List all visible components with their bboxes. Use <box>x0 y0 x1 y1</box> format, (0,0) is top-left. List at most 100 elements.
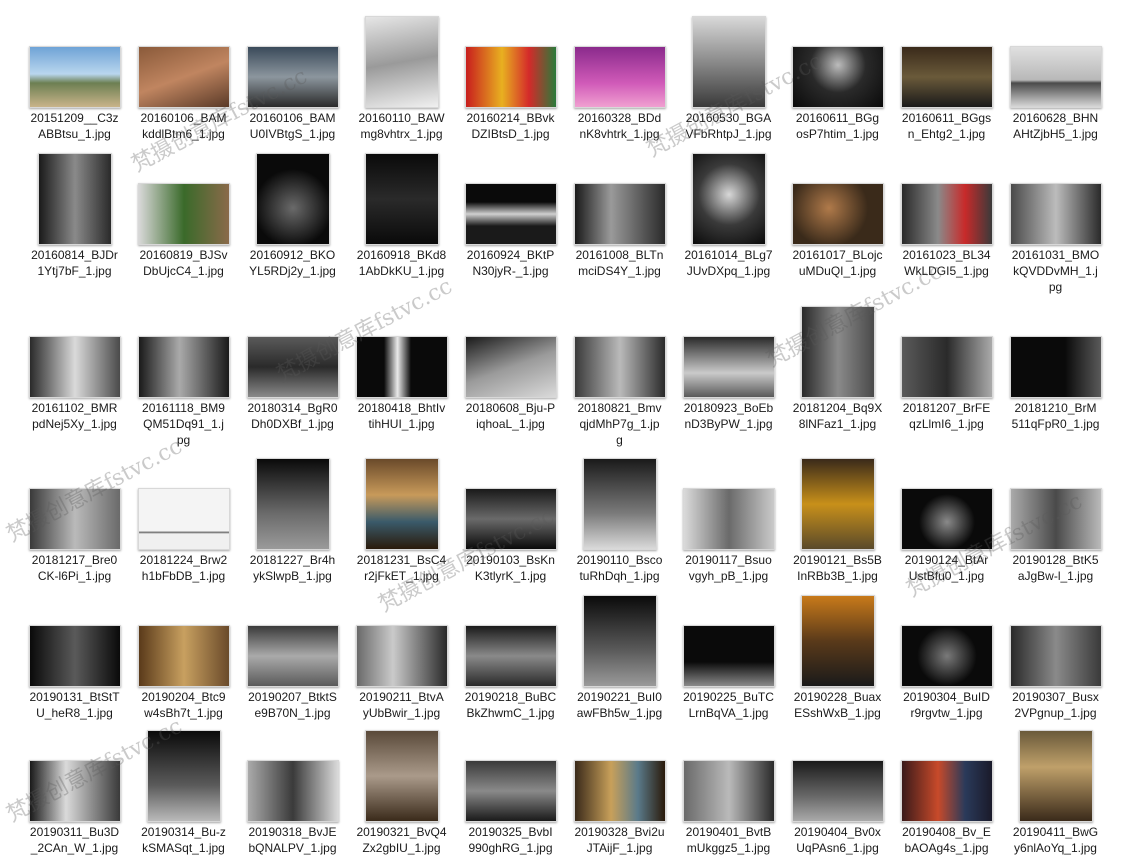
file-name-line: 20190218_BuBC <box>464 690 557 704</box>
image-thumbnail[interactable] <box>682 336 775 398</box>
file-name-label: 20190211_BtvA yUbBwir_1.jpg <box>347 689 456 721</box>
image-thumbnail[interactable] <box>255 458 330 550</box>
image-thumbnail[interactable] <box>1009 625 1102 687</box>
image-thumbnail[interactable] <box>255 153 330 245</box>
thumbnail-frame <box>347 8 456 108</box>
image-thumbnail[interactable] <box>28 488 121 550</box>
thumbnail-frame <box>347 298 456 398</box>
file-name-line: 20190228_Buax <box>793 690 882 704</box>
file-name-label: 20181207_BrFE qzLlmI6_1.jpg <box>892 400 1001 432</box>
image-thumbnail[interactable] <box>146 730 221 822</box>
image-thumbnail[interactable] <box>791 46 884 108</box>
image-thumbnail[interactable] <box>691 153 766 245</box>
image-thumbnail[interactable] <box>800 458 875 550</box>
file-name-label: 20161008_BLTn mciDS4Y_1.jpg <box>565 247 674 279</box>
image-thumbnail[interactable] <box>900 46 993 108</box>
file-name-label: 20190404_Bv0x UqPAsn6_1.jpg <box>783 824 892 856</box>
file-name-line: 20181231_BsC4 <box>356 553 447 567</box>
image-thumbnail[interactable] <box>800 595 875 687</box>
image-thumbnail[interactable] <box>582 458 657 550</box>
file-name-line: UstBfu0_1.jpg <box>908 569 985 583</box>
image-thumbnail[interactable] <box>464 488 557 550</box>
file-name-line: r9rgvtw_1.jpg <box>910 706 983 720</box>
image-thumbnail[interactable] <box>364 16 439 108</box>
image-thumbnail[interactable] <box>900 336 993 398</box>
file-name-label: 20190225_BuTC LrnBqVA_1.jpg <box>674 689 783 721</box>
image-thumbnail[interactable] <box>246 46 339 108</box>
file-name-line: 20181210_BrM <box>1014 401 1097 415</box>
image-thumbnail[interactable] <box>682 625 775 687</box>
image-thumbnail[interactable] <box>137 183 230 245</box>
file-name-line: nD3ByPW_1.jpg <box>684 417 773 431</box>
file-name-label: 20190117_Bsuo vgyh_pB_1.jpg <box>674 552 783 584</box>
thumbnail-frame <box>674 587 783 687</box>
image-thumbnail[interactable] <box>464 46 557 108</box>
file-name-line: 20190408_Bv_E <box>902 825 991 839</box>
image-thumbnail[interactable] <box>1009 336 1102 398</box>
image-thumbnail[interactable] <box>464 336 557 398</box>
file-name-line: 20190307_Busx <box>1012 690 1099 704</box>
file-name-label: 20160530_BGA VFbRhtpJ_1.jpg <box>674 110 783 142</box>
file-name-label: 20160814_BJDr 1Ytj7bF_1.jpg <box>20 247 129 279</box>
file-name-label: 20190221_BuI0 awFBh5w_1.jpg <box>565 689 674 721</box>
image-thumbnail[interactable] <box>800 306 875 398</box>
thumbnail-frame <box>129 722 238 822</box>
image-thumbnail[interactable] <box>137 625 230 687</box>
file-name-line: e9B70N_1.jpg <box>254 706 331 720</box>
image-thumbnail[interactable] <box>137 488 230 550</box>
image-thumbnail[interactable] <box>246 625 339 687</box>
file-name-line: 20190318_BvJE <box>248 825 337 839</box>
thumbnail-frame <box>456 450 565 550</box>
file-name-line: 20180923_BoEb <box>683 401 774 415</box>
image-thumbnail[interactable] <box>364 153 439 245</box>
image-thumbnail[interactable] <box>246 760 339 822</box>
image-thumbnail[interactable] <box>1009 46 1102 108</box>
image-thumbnail[interactable] <box>28 625 121 687</box>
file-name-line: 20161017_BLojc <box>792 248 883 262</box>
image-thumbnail[interactable] <box>364 458 439 550</box>
image-thumbnail[interactable] <box>37 153 112 245</box>
image-thumbnail[interactable] <box>900 625 993 687</box>
image-thumbnail[interactable] <box>573 183 666 245</box>
image-thumbnail[interactable] <box>791 760 884 822</box>
image-thumbnail[interactable] <box>137 46 230 108</box>
file-name-label: 20161102_BMR pdNej5Xy_1.jpg <box>20 400 129 432</box>
image-thumbnail[interactable] <box>28 760 121 822</box>
image-thumbnail[interactable] <box>573 760 666 822</box>
file-name-label: 20190321_BvQ4 Zx2gbIU_1.jpg <box>347 824 456 856</box>
image-thumbnail[interactable] <box>464 760 557 822</box>
thumbnail-frame <box>565 8 674 108</box>
image-thumbnail[interactable] <box>682 760 775 822</box>
file-name-label: 20190207_BtktS e9B70N_1.jpg <box>238 689 347 721</box>
image-thumbnail[interactable] <box>464 183 557 245</box>
image-thumbnail[interactable] <box>246 336 339 398</box>
file-name-line: 20160328_BDd <box>577 111 662 125</box>
image-thumbnail[interactable] <box>791 183 884 245</box>
image-thumbnail[interactable] <box>1009 183 1102 245</box>
image-thumbnail[interactable] <box>355 336 448 398</box>
thumbnail-frame <box>892 145 1001 245</box>
file-name-line: AHtZjbH5_1.jpg <box>1013 127 1098 141</box>
image-thumbnail[interactable] <box>900 488 993 550</box>
image-thumbnail[interactable] <box>900 760 993 822</box>
file-name-label: 20181227_Br4h ykSlwpB_1.jpg <box>238 552 347 584</box>
image-thumbnail[interactable] <box>137 336 230 398</box>
image-thumbnail[interactable] <box>682 488 775 550</box>
image-thumbnail[interactable] <box>582 595 657 687</box>
thumbnail-frame <box>783 450 892 550</box>
image-thumbnail[interactable] <box>464 625 557 687</box>
file-name-line: g <box>616 433 623 447</box>
image-thumbnail[interactable] <box>1018 730 1093 822</box>
image-thumbnail[interactable] <box>573 336 666 398</box>
thumbnail-frame <box>892 722 1001 822</box>
image-thumbnail[interactable] <box>355 625 448 687</box>
image-thumbnail[interactable] <box>1009 488 1102 550</box>
image-thumbnail[interactable] <box>691 16 766 108</box>
image-thumbnail[interactable] <box>900 183 993 245</box>
image-thumbnail[interactable] <box>28 46 121 108</box>
file-name-line: 20190211_BtvA <box>359 690 444 704</box>
file-name-line: 20160924_BKtP <box>466 248 555 262</box>
image-thumbnail[interactable] <box>573 46 666 108</box>
image-thumbnail[interactable] <box>364 730 439 822</box>
image-thumbnail[interactable] <box>28 336 121 398</box>
